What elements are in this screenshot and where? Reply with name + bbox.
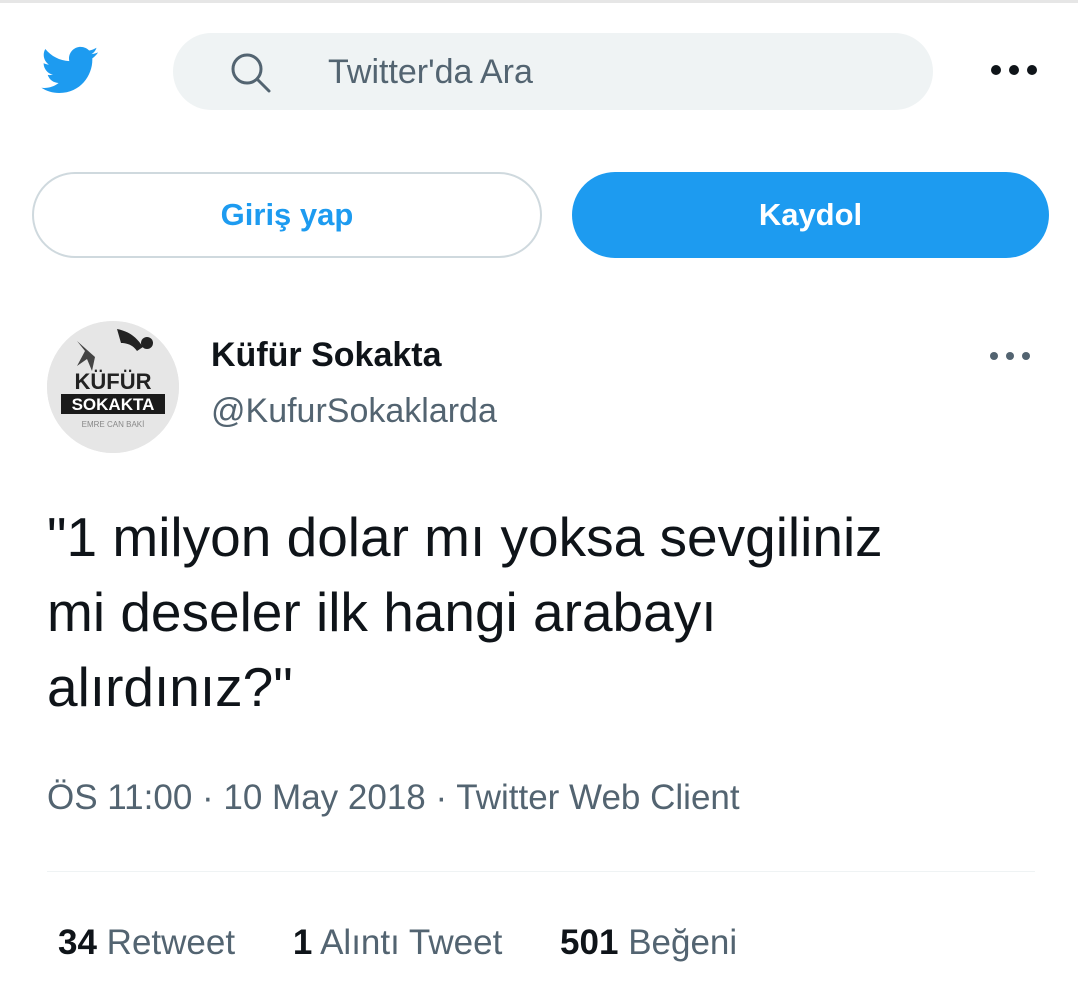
avatar-logo-line3: EMRE CAN BAKİ <box>82 420 145 429</box>
login-button[interactable]: Giriş yap <box>32 172 542 258</box>
meta-separator: · <box>202 778 214 817</box>
tweet-text: "1 milyon dolar mı yoksa sevgiliniz mi d… <box>47 506 883 718</box>
search-input[interactable] <box>326 47 890 97</box>
more-options-icon[interactable] <box>990 60 1038 80</box>
tweet-source[interactable]: Twitter Web Client <box>456 778 739 817</box>
signup-button[interactable]: Kaydol <box>572 172 1049 258</box>
search-bar[interactable] <box>173 33 933 110</box>
tweet-date[interactable]: 10 May 2018 <box>223 778 425 817</box>
tweet-time[interactable]: ÖS 11:00 <box>47 778 192 817</box>
like-label: Beğeni <box>628 923 738 962</box>
avatar[interactable]: KÜFÜR SOKAKTA EMRE CAN BAKİ <box>47 321 179 453</box>
top-border <box>0 0 1078 3</box>
divider <box>47 871 1035 872</box>
quote-number: 1 <box>292 923 313 962</box>
retweet-count[interactable]: 34 Retweet <box>58 923 235 963</box>
author-name[interactable]: Küfür Sokakta <box>211 336 442 375</box>
meta-separator: · <box>435 778 448 817</box>
retweet-label: Retweet <box>106 923 236 962</box>
quote-label: Alıntı Tweet <box>320 923 503 962</box>
tweet-stats: 34 Retweet 1 Alıntı Tweet 501 Beğeni <box>58 923 785 963</box>
like-number: 501 <box>560 923 619 962</box>
like-count[interactable]: 501 Beğeni <box>560 923 737 963</box>
tweet-more-icon[interactable] <box>989 347 1031 365</box>
twitter-bird-icon[interactable] <box>34 40 104 100</box>
retweet-number: 34 <box>58 923 97 962</box>
author-handle[interactable]: @KufurSokaklarda <box>211 392 497 431</box>
tweet-meta: ÖS 11:00 · 10 May 2018 · Twitter Web Cli… <box>47 778 740 818</box>
avatar-logo-line1: KÜFÜR <box>75 369 152 394</box>
search-icon <box>231 53 271 93</box>
quote-count[interactable]: 1 Alıntı Tweet <box>293 923 503 963</box>
avatar-logo-line2: SOKAKTA <box>72 395 155 414</box>
